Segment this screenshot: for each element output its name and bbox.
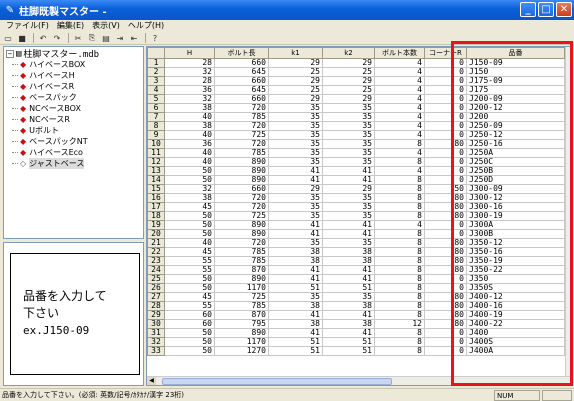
table-node-icon: ◆ [20,104,27,113]
status-num-indicator: NUM [494,389,540,401]
vertical-scrollbar[interactable] [565,47,571,385]
tree-item-label: ハイベースR [29,82,75,91]
new-icon[interactable]: ▭ [2,33,14,44]
undo-icon[interactable]: ↶ [37,33,49,44]
table-row[interactable]: 33 50 1270 51 51 8 0 J400A [147,346,565,356]
grid-table: H ボルト長 k1 k2 ボルト本数 コーナーR 品番 1 28 660 29 29 4 0… [147,47,565,356]
col-header-corner-r[interactable]: コーナーR [424,47,467,59]
hint-panel: 品番を入力して 下さい ex.J150-09 [3,242,144,386]
tree-item[interactable]: ◇ ジャストベース [6,158,141,169]
collapse-icon[interactable]: − [6,49,14,58]
menu-bar: ファイル(F) 編集(E) 表示(V) ヘルプ(H) [0,20,574,32]
save-icon[interactable]: ■ [16,33,28,44]
col-header-h[interactable]: H [164,47,215,59]
row-number: 33 [147,346,165,356]
hint-line-1: 品番を入力して [23,289,107,303]
tree-item[interactable]: ◆ NCベースR [6,114,141,125]
menu-file[interactable]: ファイル(F) [2,20,53,32]
maximize-button[interactable]: □ [538,2,554,17]
help-icon[interactable]: ? [149,33,161,44]
window-controls: _ □ ✕ [520,2,572,17]
delete-row-icon[interactable]: ⇤ [128,33,140,44]
tree-item[interactable]: ◆ ハイベースEco [6,147,141,158]
col-header-bolt-count[interactable]: ボルト本数 [374,47,425,59]
cell-k1[interactable]: 51 [268,346,323,356]
tree-item-label: NCベースBOX [29,104,81,113]
table-node-icon: ◆ [20,126,27,135]
tree-item-label: ジャストベース [29,158,85,169]
cell-h[interactable]: 50 [164,346,215,356]
header-row: H ボルト長 k1 k2 ボルト本数 コーナーR 品番 [147,47,565,59]
col-header-bolt-length[interactable]: ボルト長 [214,47,269,59]
menu-view[interactable]: 表示(V) [88,20,124,32]
status-bar: 品番を入力して下さい。(必須: 英数/記号/ｶﾀｶﾅ/漢字 23桁) NUM [0,388,574,401]
tree-item[interactable]: ◆ ベースパックNT [6,136,141,147]
tree-item[interactable]: ◆ ハイベースH [6,70,141,81]
window-title: 柱脚既製マスター - [19,6,107,18]
paste-icon[interactable]: ▤ [100,33,112,44]
menu-edit[interactable]: 編集(E) [53,20,88,32]
table-node-icon: ◆ [20,115,27,124]
horizontal-scrollbar[interactable]: ◀ [147,376,571,385]
copy-icon[interactable]: ⎘ [86,33,98,44]
table-node-icon: ◆ [20,82,27,91]
table-node-icon: ◆ [20,137,27,146]
table-node-icon: ◇ [20,159,27,168]
scroll-left-icon[interactable]: ◀ [147,377,156,385]
db-icon: ▤ [16,48,22,59]
tree-item[interactable]: ◆ NCベースBOX [6,103,141,114]
tree-item[interactable]: ◆ ハイベースBOX [6,59,141,70]
cell-bolt-count[interactable]: 8 [374,346,425,356]
cell-bolt-length[interactable]: 1270 [214,346,269,356]
minimize-button[interactable]: _ [520,2,536,17]
hint-line-2: 下さい [23,306,60,320]
cut-icon[interactable]: ✂ [72,33,84,44]
tree-item-label: Uボルト [29,126,60,135]
app-icon: ✎ [5,4,15,16]
tree-item-label: NCベースR [29,115,70,124]
master-tree: − ▤ 柱脚マスター.mdb ◆ ハイベースBOX ◆ ハイベースH ◆ ハイベースR ◆ ベ… [3,46,144,239]
tree-item-label: ハイベースBOX [29,60,86,69]
table-node-icon: ◆ [20,148,27,157]
status-empty-cell [542,389,572,401]
title-bar: ✎ 柱脚既製マスター - _ □ ✕ [0,0,574,20]
hint-line-3: ex.J150-09 [23,324,90,337]
tree-item[interactable]: ◆ Uボルト [6,125,141,136]
tree-item[interactable]: ◆ ハイベースR [6,81,141,92]
col-header-k1[interactable]: k1 [268,47,323,59]
cell-k2[interactable]: 51 [322,346,375,356]
hint-box: 品番を入力して 下さい ex.J150-09 [10,253,140,375]
tree-root[interactable]: − ▤ 柱脚マスター.mdb [6,48,141,60]
col-header-part-number[interactable]: 品番 [466,47,565,59]
toolbar: ▭ ■ ↶ ↷ ✂ ⎘ ▤ ⇥ ⇤ ? [0,32,574,45]
menu-help[interactable]: ヘルプ(H) [124,20,168,32]
close-button[interactable]: ✕ [556,2,572,17]
table-node-icon: ◆ [20,93,27,102]
tree-item-label: ハイベースEco [29,148,83,157]
tree-item-label: ベースパック [29,93,77,102]
corner-cell[interactable] [147,47,165,59]
tree-items: ◆ ハイベースBOX ◆ ハイベースH ◆ ハイベースR ◆ ベースパック ◆ NCベースBOX ◆… [6,59,141,169]
status-text: 品番を入力して下さい。(必須: 英数/記号/ｶﾀｶﾅ/漢字 23桁) [2,391,185,399]
cell-corner-r[interactable]: 0 [424,346,467,356]
toolbar-separator [33,33,34,43]
tree-item-label: ハイベースH [29,71,75,80]
grid-body: 1 28 660 29 29 4 0 J150-09 2 32 645 25 25 4 0 J150 3 28 66… [147,58,565,356]
insert-row-icon[interactable]: ⇥ [114,33,126,44]
toolbar-separator [145,33,146,43]
scroll-thumb[interactable] [162,377,392,385]
redo-icon[interactable]: ↷ [51,33,63,44]
data-grid: H ボルト長 k1 k2 ボルト本数 コーナーR 品番 1 28 660 29 29 4 0… [146,46,572,386]
col-header-k2[interactable]: k2 [322,47,375,59]
table-node-icon: ◆ [20,60,27,69]
toolbar-separator [68,33,69,43]
tree-item-label: ベースパックNT [29,137,88,146]
cell-part-number[interactable]: J400A [466,346,565,356]
table-node-icon: ◆ [20,71,27,80]
tree-item[interactable]: ◆ ベースパック [6,92,141,103]
